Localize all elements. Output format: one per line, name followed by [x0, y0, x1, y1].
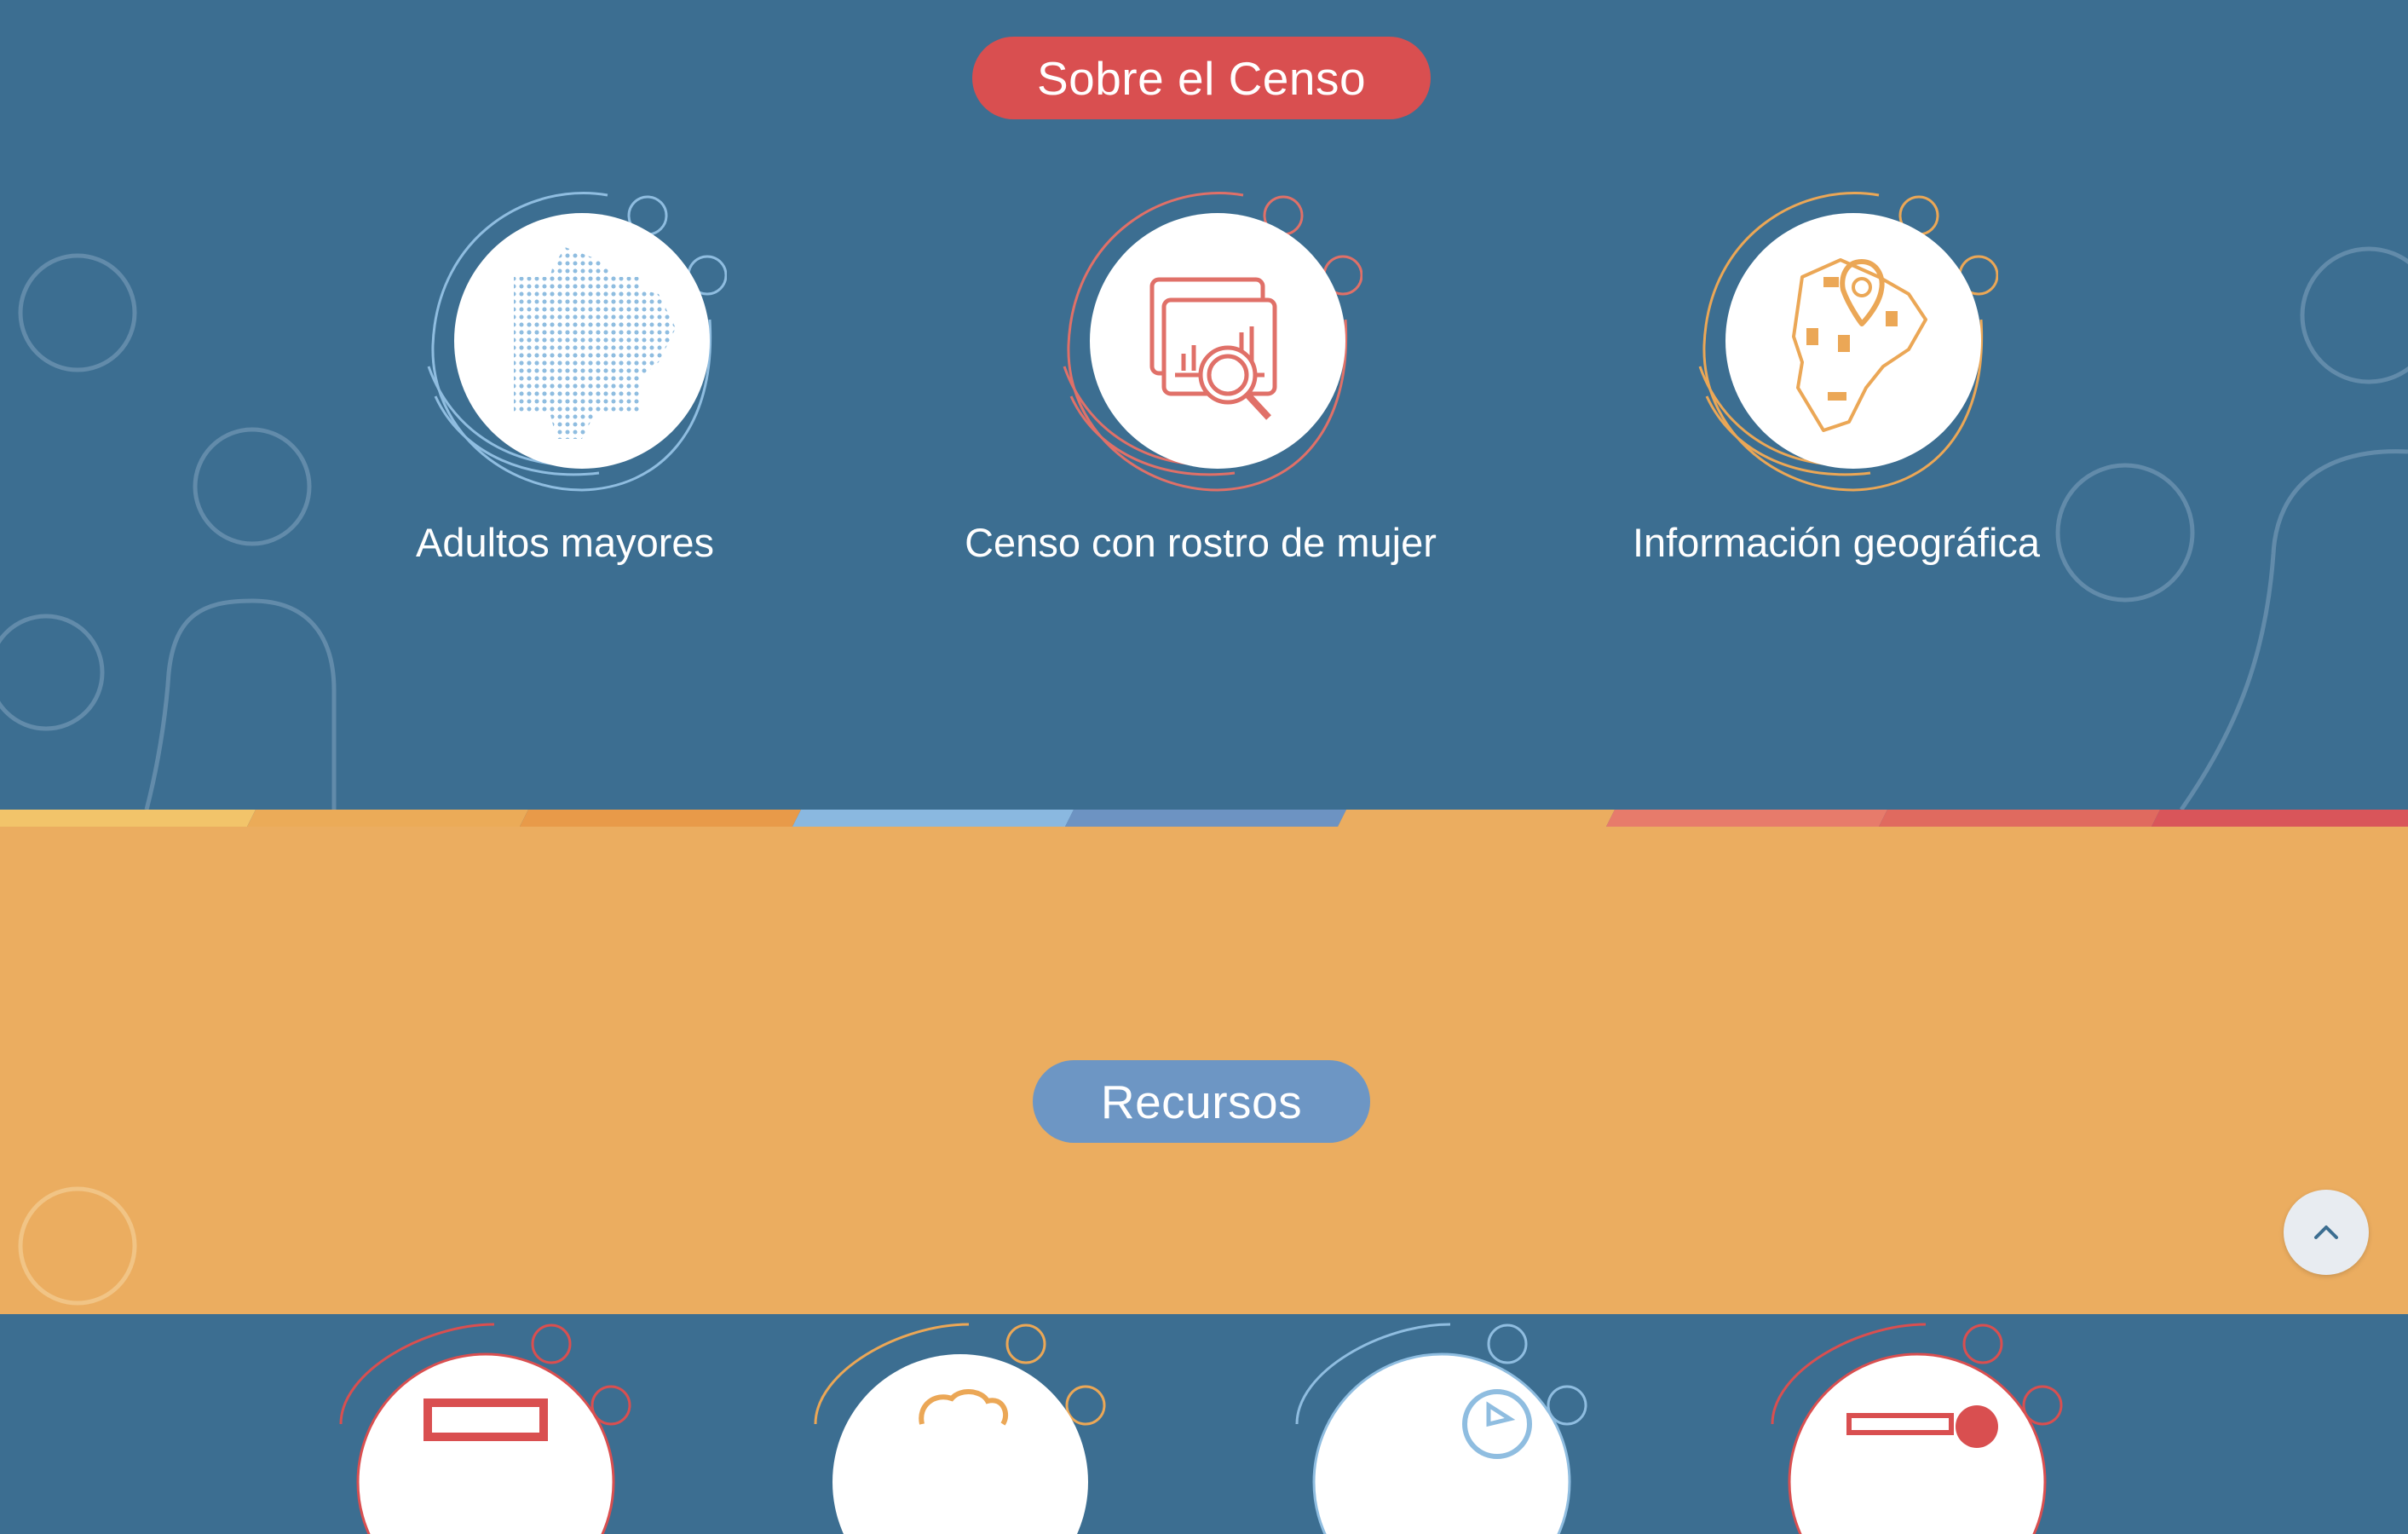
resource-item-people[interactable]: [798, 1210, 1122, 1534]
section-title-recursos: Recursos: [1033, 1060, 1370, 1143]
resource-item-monitor[interactable]: [324, 1210, 648, 1534]
card-icon-wrap: [1674, 183, 1998, 507]
ecuador-dots-map-icon: [514, 247, 676, 439]
resource-item-document[interactable]: [1755, 1210, 2079, 1534]
about-section: Sobre el Censo Adultos mayores Censo con…: [0, 0, 2408, 810]
card-icon-wrap: [1039, 183, 1362, 507]
color-stripe-divider: [0, 810, 2408, 827]
section-title-sobre-el-censo: Sobre el Censo: [972, 37, 1431, 119]
back-to-top-button[interactable]: [2284, 1190, 2369, 1275]
card-label: Información geográfica: [1632, 520, 2041, 565]
card-icon-wrap: [403, 183, 727, 507]
card-label: Adultos mayores: [415, 520, 715, 565]
card-censo-con-rostro-de-mujer[interactable]: Censo con rostro de mujer: [965, 183, 1437, 566]
chevron-up-icon: [2314, 1225, 2338, 1239]
resource-item-video[interactable]: [1280, 1210, 1604, 1534]
card-label: Censo con rostro de mujer: [965, 520, 1437, 565]
card-adultos-mayores[interactable]: Adultos mayores: [386, 183, 744, 566]
card-informacion-geografica[interactable]: Información geográfica: [1633, 183, 2040, 566]
